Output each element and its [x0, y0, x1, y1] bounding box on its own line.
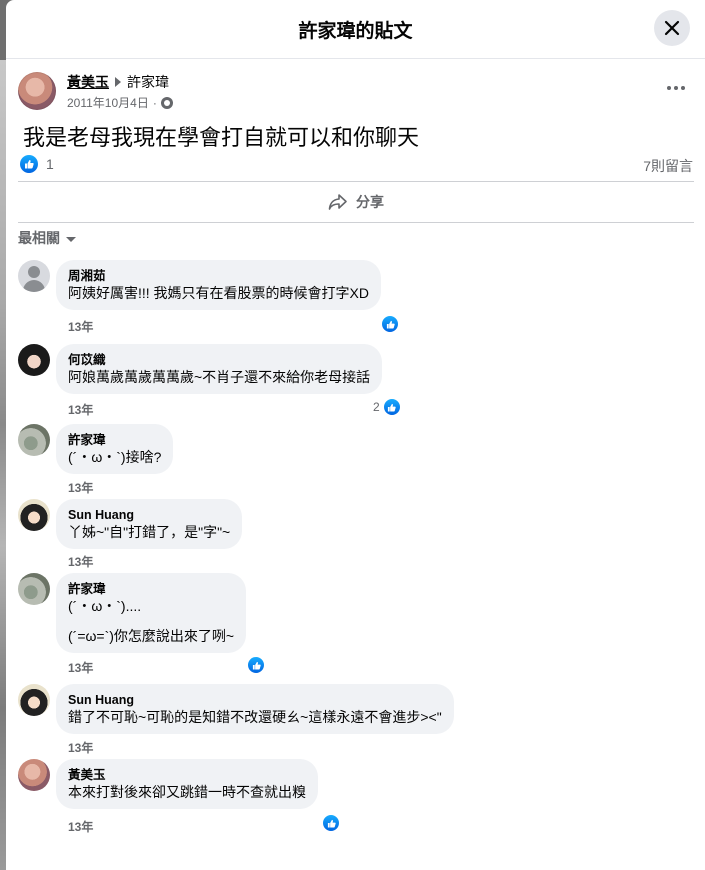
share-label: 分享: [356, 194, 384, 210]
comment-bubble: Sun Huang 錯了不可恥~可恥的是知錯不改還硬ㄠ~這樣永遠不會進步><": [56, 684, 454, 734]
like-icon: [381, 397, 402, 417]
commenter-avatar[interactable]: [18, 260, 50, 292]
share-button[interactable]: 分享: [18, 186, 694, 218]
dot-icon: [674, 86, 678, 90]
like-icon: [20, 155, 38, 173]
meta-separator: ·: [152, 95, 157, 110]
dot-icon: [667, 86, 671, 90]
comment-reactions[interactable]: [380, 314, 400, 334]
commenter-name[interactable]: Sun Huang: [68, 692, 442, 708]
comment-sort-dropdown[interactable]: 最相關: [18, 228, 76, 248]
post-date[interactable]: 2011年10月4日: [67, 94, 149, 111]
comment-reactions[interactable]: [246, 655, 266, 675]
comment-text: 阿姨好厲害!!! 我媽只有在看股票的時候會打字XD: [68, 285, 370, 301]
dialog-header: 許家瑋的貼文: [6, 0, 705, 59]
commenter-name[interactable]: 黃美玉: [68, 767, 306, 783]
like-icon: [380, 314, 400, 334]
comment-text-line2: (´=ω=`)你怎麼說出來了咧~: [68, 628, 235, 644]
like-icon: [246, 655, 266, 675]
commenter-name[interactable]: 周湘茹: [68, 268, 369, 284]
comment-time[interactable]: 13年: [68, 659, 93, 676]
comment-bubble: 周湘茹 阿姨好厲害!!! 我媽只有在看股票的時候會打字XD: [56, 260, 382, 310]
post-target-name[interactable]: 許家瑋: [127, 72, 169, 92]
globe-icon: [160, 96, 173, 109]
comment-reactions[interactable]: [321, 813, 341, 833]
post-author-name[interactable]: 黃美玉: [67, 72, 109, 92]
comment-time[interactable]: 13年: [68, 739, 93, 756]
comment-bubble: Sun Huang 丫姊~"自"打錯了，是"字"~: [56, 499, 243, 549]
comment-reactions[interactable]: 2: [373, 397, 402, 417]
post-author-line: 黃美玉 許家瑋: [67, 72, 169, 92]
caret-down-icon: [66, 236, 76, 242]
comment-bubble: 何苡織 阿娘萬歲萬歲萬萬歲~不肖子還不來給你老母接話: [56, 344, 383, 394]
post-meta: 2011年10月4日 ·: [67, 94, 173, 111]
comment-time[interactable]: 13年: [68, 318, 93, 335]
comment-bubble: 許家瑋 (´・ω・`)接啥?: [56, 424, 174, 474]
comment-text: 丫姊~"自"打錯了，是"字"~: [68, 524, 231, 540]
comment-time[interactable]: 13年: [68, 401, 93, 418]
dialog-title: 許家瑋的貼文: [298, 21, 413, 42]
post-dialog: 許家瑋的貼文 黃美玉 許家瑋 2011年10月4日 · 我是老母我現在學會打自就…: [6, 0, 705, 870]
comment-bubble: 許家瑋 (´・ω・`).... (´=ω=`)你怎麼說出來了咧~: [56, 573, 247, 653]
comment-text: 錯了不可恥~可恥的是知錯不改還硬ㄠ~這樣永遠不會進步><": [68, 709, 442, 725]
dot-icon: [681, 86, 685, 90]
post-text: 我是老母我現在學會打自就可以和你聊天: [23, 125, 420, 150]
like-icon: [321, 813, 341, 833]
like-count: 1: [46, 156, 54, 172]
close-icon: [664, 20, 680, 36]
comment-text: (´・ω・`)....: [68, 598, 142, 614]
more-options-button[interactable]: [662, 78, 690, 98]
share-icon: [328, 194, 347, 210]
commenter-name[interactable]: Sun Huang: [68, 507, 230, 523]
post-author-avatar[interactable]: [18, 72, 56, 110]
arrow-right-icon: [115, 77, 121, 87]
commenter-avatar[interactable]: [18, 499, 50, 531]
commenter-avatar[interactable]: [18, 424, 50, 456]
commenter-name[interactable]: 許家瑋: [68, 432, 161, 448]
close-button[interactable]: [654, 10, 690, 46]
divider: [18, 222, 694, 223]
commenter-avatar[interactable]: [18, 344, 50, 376]
commenter-avatar[interactable]: [18, 573, 50, 605]
comment-text: 阿娘萬歲萬歲萬萬歲~不肖子還不來給你老母接話: [68, 369, 371, 385]
commenter-name[interactable]: 許家瑋: [68, 581, 234, 597]
commenter-name[interactable]: 何苡織: [68, 352, 370, 368]
comment-time[interactable]: 13年: [68, 553, 93, 570]
comment-time[interactable]: 13年: [68, 818, 93, 835]
comment-text: 本來打對後來卻又跳錯一時不查就出糗: [68, 784, 306, 800]
divider: [18, 181, 694, 182]
comment-bubble: 黃美玉 本來打對後來卻又跳錯一時不查就出糗: [56, 759, 318, 809]
comment-text: (´・ω・`)接啥?: [68, 449, 162, 465]
commenter-avatar[interactable]: [18, 759, 50, 791]
reaction-count: 2: [373, 400, 380, 414]
like-summary[interactable]: 1: [20, 155, 54, 173]
comment-time[interactable]: 13年: [68, 479, 93, 496]
commenter-avatar[interactable]: [18, 684, 50, 716]
comment-count[interactable]: 7則留言: [643, 156, 693, 176]
sort-label: 最相關: [18, 230, 60, 246]
